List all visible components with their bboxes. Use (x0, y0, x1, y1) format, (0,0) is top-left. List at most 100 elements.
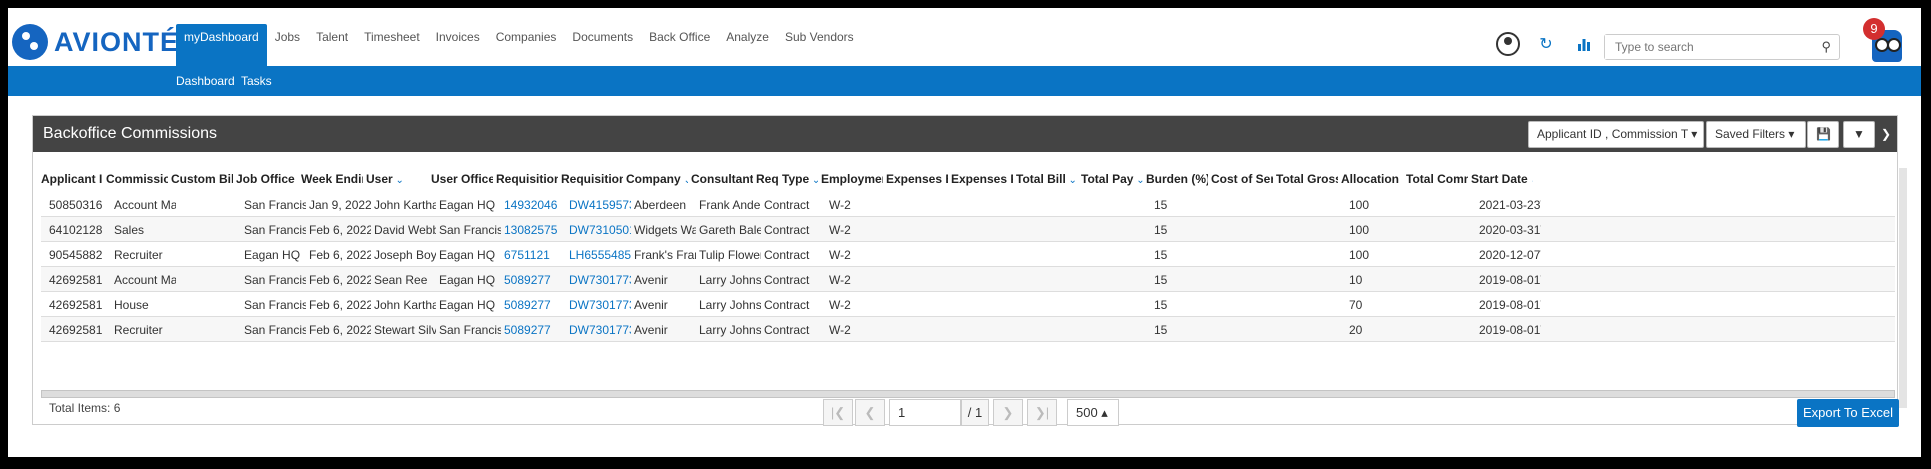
sub-nav: Dashboard Tasks (8, 66, 1921, 96)
column-header[interactable]: Total Gross ⌄ (1276, 172, 1338, 186)
nav-item-invoices[interactable]: Invoices (428, 24, 488, 66)
column-header-label: Total Comm (1406, 172, 1468, 186)
requisition-link[interactable]: 14932046 (504, 198, 566, 212)
column-header[interactable]: Requisition ⌄ (561, 172, 623, 186)
nav-item-talent[interactable]: Talent (308, 24, 356, 66)
notification-badge[interactable]: 9 (1863, 18, 1885, 40)
table-cell: Feb 6, 2022 (309, 248, 371, 262)
collapse-chevron-icon[interactable]: ❯ (1881, 127, 1891, 141)
sort-arrow-icon[interactable]: ⌄ (1066, 175, 1077, 186)
table-cell: 64102128 (49, 223, 103, 237)
column-header[interactable]: Total Bill ⌄ (1016, 172, 1078, 186)
table-cell: 2020-03-31T... (1479, 223, 1541, 237)
requisition-link[interactable]: 5089277 (504, 323, 566, 337)
search-icon[interactable]: ⚲ (1821, 39, 1831, 55)
table-cell: Feb 6, 2022 (309, 323, 371, 337)
sort-arrow-icon[interactable]: ⌄ (1133, 175, 1143, 186)
column-header[interactable]: Applicant ID ⌄ (41, 172, 103, 186)
column-header-label: Consultant (691, 172, 753, 186)
subnav-dashboard[interactable]: Dashboard (176, 74, 235, 88)
user-profile-icon[interactable] (1496, 32, 1520, 56)
export-excel-button[interactable]: Export To Excel (1797, 399, 1899, 427)
table-row[interactable]: 50850316 Account Ma... San Francis...Jan 9… (41, 192, 1895, 217)
requisition-link[interactable]: DW730177313 (569, 298, 631, 312)
table-row[interactable]: 42692581 House San Francis...Feb 6, 2022Jo… (41, 292, 1895, 317)
last-page-button[interactable]: ❯| (1027, 399, 1057, 426)
column-header[interactable]: Total Comm ⌄ (1406, 172, 1468, 186)
table-cell: Contract (764, 323, 810, 337)
column-header[interactable]: Burden (%) ⌄ (1146, 172, 1208, 186)
column-header[interactable]: Company ⌄ (626, 172, 688, 186)
group-by-dropdown[interactable]: Applicant ID , Commission T ▾ (1528, 121, 1704, 148)
next-page-button[interactable]: ❯ (993, 399, 1023, 426)
column-header[interactable]: Custom Bill ⌄ (171, 172, 233, 186)
requisition-link[interactable]: DW730177313 (569, 323, 631, 337)
table-cell: 42692581 (49, 273, 103, 287)
table-row[interactable]: 64102128SalesSan Francis...Feb 6, 2022Da… (41, 217, 1895, 242)
column-header[interactable]: Cost of Servi ⌄ (1211, 172, 1273, 186)
bar-chart-icon[interactable] (1572, 32, 1596, 56)
table-cell: San Francis... (244, 298, 306, 312)
first-page-button[interactable]: |❮ (823, 399, 853, 426)
nav-item-analyze[interactable]: Analyze (718, 24, 777, 66)
requisition-link[interactable]: DW415957323 (569, 198, 631, 212)
table-row[interactable]: 42692581RecruiterSan Francis...Feb 6, 20… (41, 317, 1895, 342)
column-header-label: User Office (431, 172, 493, 186)
column-header[interactable]: Req Type ⌄ (756, 172, 818, 186)
table-cell: W-2 (829, 298, 851, 312)
table-row[interactable]: 90545882 Recruiter Eagan HQ Feb 6, 2022 Jose… (41, 242, 1895, 267)
requisition-link[interactable]: 5089277 (504, 298, 566, 312)
filter-icon[interactable]: ▼ (1843, 121, 1875, 148)
column-header[interactable]: Expenses Pa ⌄ (951, 172, 1013, 186)
saved-filters-dropdown[interactable]: Saved Filters ▾ (1706, 121, 1806, 148)
sort-arrow-icon[interactable]: ⌄ (809, 175, 818, 186)
search-input[interactable] (1605, 35, 1805, 59)
table-cell: 2021-03-23T... (1479, 198, 1541, 212)
horizontal-scrollbar[interactable] (41, 390, 1895, 398)
nav-item-companies[interactable]: Companies (488, 24, 565, 66)
nav-item-mydashboard[interactable]: myDashboard (176, 24, 267, 66)
subnav-tasks[interactable]: Tasks (241, 74, 272, 88)
table-cell: Account Ma... (114, 273, 176, 287)
commissions-panel: Backoffice Commissions Applicant ID , Co… (32, 115, 1907, 427)
requisition-link[interactable]: DW730177313 (569, 273, 631, 287)
column-header[interactable]: Employment ⌄ (821, 172, 883, 186)
column-header-label: Expenses Pa (951, 172, 1013, 186)
nav-item-documents[interactable]: Documents (564, 24, 641, 66)
column-header[interactable]: Total Pay ⌄ (1081, 172, 1143, 186)
column-header[interactable]: Job Office ⌄ (236, 172, 298, 186)
column-header[interactable]: Start Date ⌄ (1471, 172, 1533, 186)
column-header-label: Requisition (561, 172, 623, 186)
sort-arrow-icon[interactable]: ⌄ (1528, 175, 1533, 186)
refresh-icon[interactable]: ↻ (1534, 32, 1558, 56)
save-icon[interactable]: 💾 (1807, 121, 1839, 148)
page-input[interactable]: 1 (889, 399, 961, 426)
column-header[interactable]: Consultant ⌄ (691, 172, 753, 186)
column-header-label: Cost of Servi (1211, 172, 1273, 186)
requisition-link[interactable]: LH65554855 (569, 248, 631, 262)
nav-item-sub-vendors[interactable]: Sub Vendors (777, 24, 862, 66)
nav-item-jobs[interactable]: Jobs (267, 24, 308, 66)
column-header[interactable]: Allocation ( ⌄ (1341, 172, 1403, 186)
prev-page-button[interactable]: ❮ (855, 399, 885, 426)
sort-arrow-icon[interactable]: ⌄ (681, 175, 688, 186)
column-header[interactable]: Commission ⌄ (106, 172, 168, 186)
requisition-link[interactable]: DW7310501120 (569, 223, 631, 237)
vertical-scrollbar[interactable] (1899, 168, 1907, 408)
column-header[interactable]: User ⌄ (366, 172, 428, 186)
table-row[interactable]: 42692581 Account Ma... San Francis...Feb 6… (41, 267, 1895, 292)
column-header[interactable]: User Office ⌄ (431, 172, 493, 186)
nav-item-back-office[interactable]: Back Office (641, 24, 718, 66)
requisition-link[interactable]: 13082575 (504, 223, 566, 237)
brand-name: AVIONTÉ (54, 26, 180, 57)
nav-item-timesheet[interactable]: Timesheet (356, 24, 428, 66)
page-size-select[interactable]: 500 ▴ (1067, 399, 1119, 426)
brand-logo[interactable]: AVIONTÉ (12, 24, 179, 60)
column-header[interactable]: Week Endin ⌄ (301, 172, 363, 186)
column-header[interactable]: Expenses Bill ⌄ (886, 172, 948, 186)
sort-arrow-icon[interactable]: ⌄ (393, 175, 403, 186)
requisition-link[interactable]: 5089277 (504, 273, 566, 287)
requisition-link[interactable]: 6751121 (504, 248, 566, 262)
column-header[interactable]: Requisition I ⌄ (496, 172, 558, 186)
sort-arrow-icon[interactable]: ⌄ (295, 175, 298, 186)
